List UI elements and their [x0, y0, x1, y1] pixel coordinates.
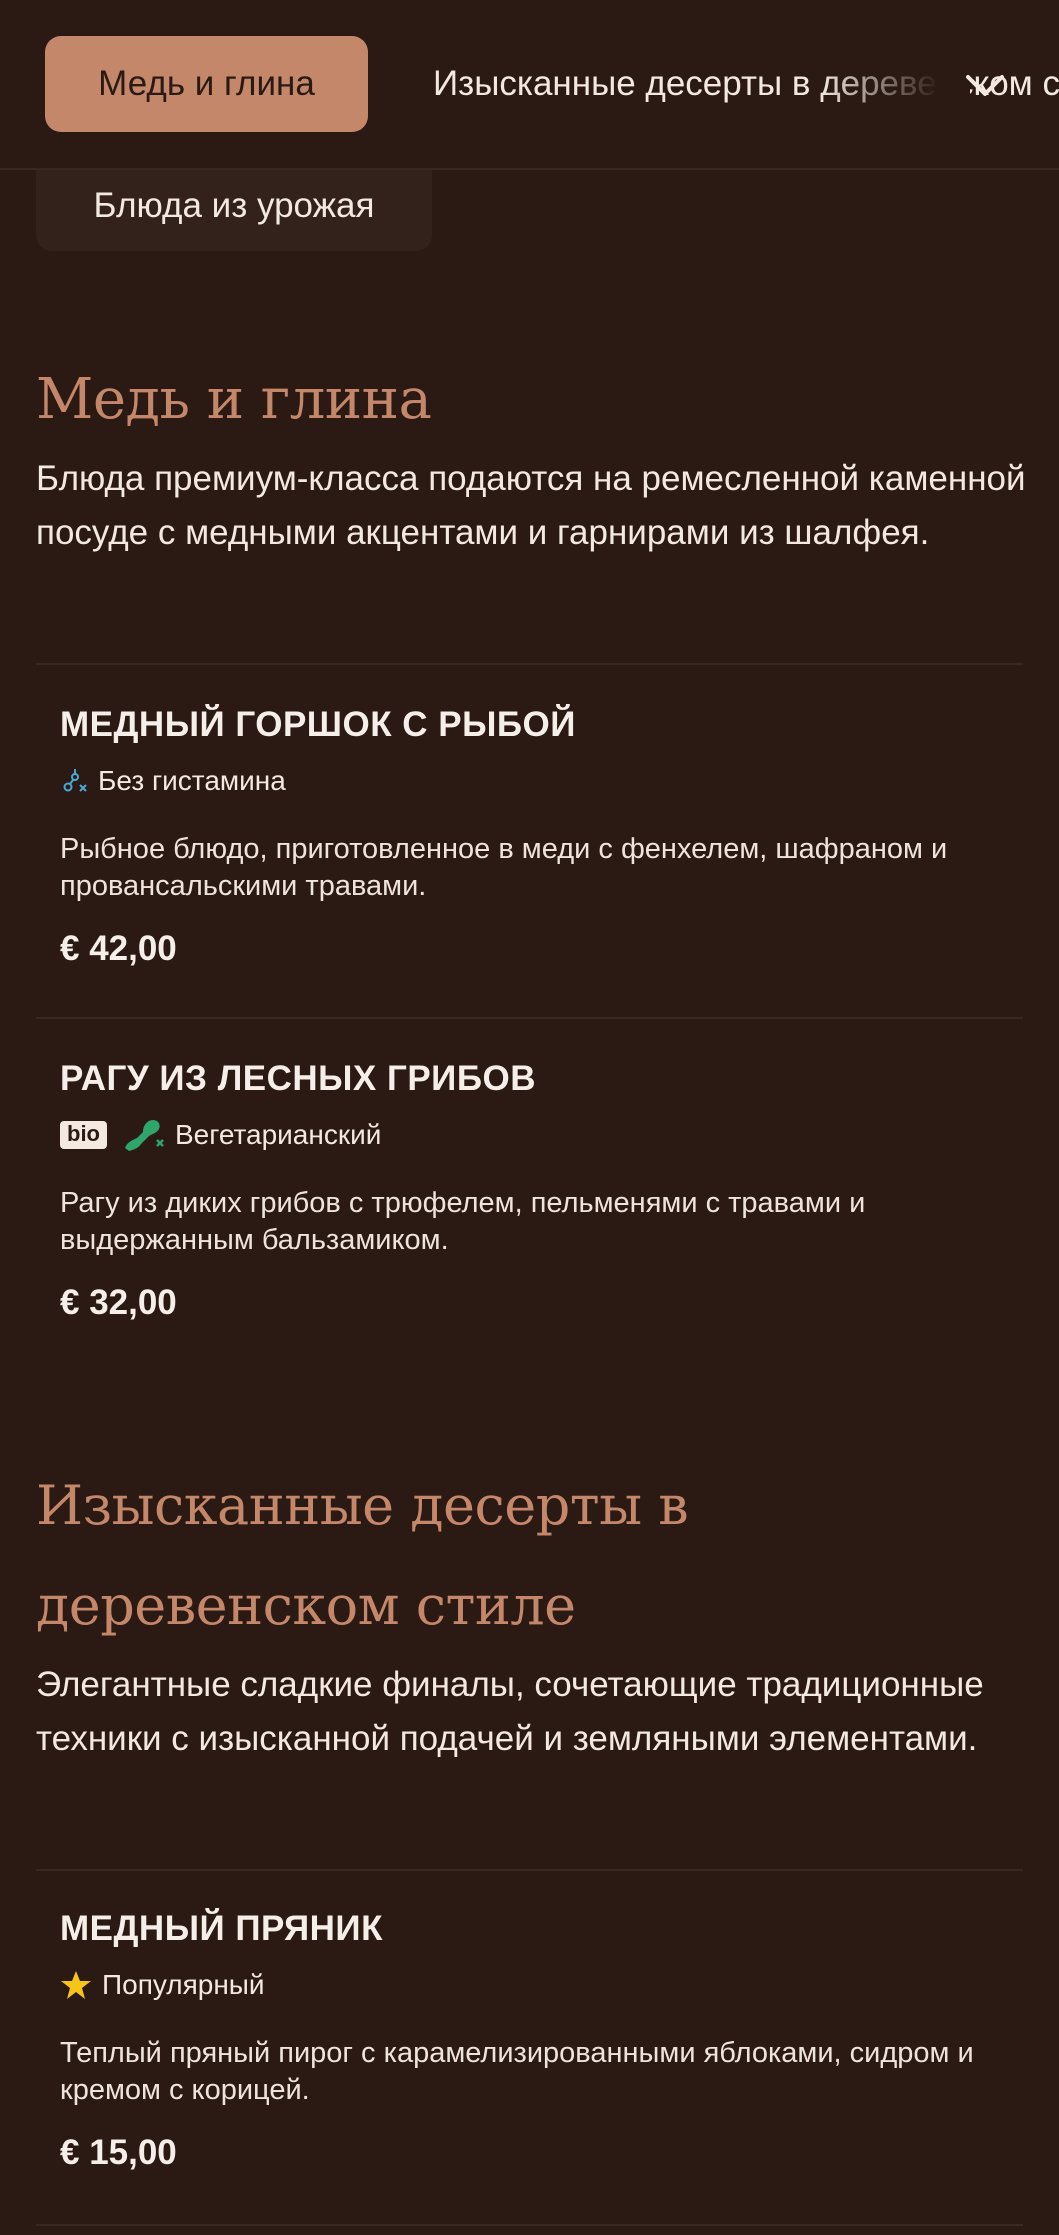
item-price: € 42,00 — [60, 929, 177, 968]
item-description: Рагу из диких грибов с трюфелем, пельмен… — [60, 1187, 866, 1256]
star-icon — [60, 1969, 92, 2001]
section-description: Блюда премиум-класса подаются на ремесле… — [36, 459, 1026, 552]
divider — [36, 663, 1023, 665]
divider — [36, 1869, 1023, 1871]
item-name: РАГУ ИЗ ЛЕСНЫХ ГРИБОВ — [60, 1059, 536, 1098]
tab-scroll-fade — [820, 20, 970, 150]
tag-label: Популярный — [102, 1969, 265, 2000]
item-name: МЕДНЫЙ ПРЯНИК — [60, 1909, 383, 1948]
item-description: Рыбное блюдо, приготовленное в меди с фе… — [60, 833, 948, 902]
item-tags: bio Вегетарианский — [60, 1115, 1010, 1155]
vegetarian-leg-crossed-icon — [121, 1116, 165, 1154]
item-name: МЕДНЫЙ ГОРШОК С РЫБОЙ — [60, 705, 576, 744]
section-title: Изысканные десерты в деревенском стиле — [36, 1474, 689, 1637]
bio-badge: bio — [60, 1121, 107, 1149]
item-description: Теплый пряный пирог с карамелизированным… — [60, 2037, 974, 2106]
tag-label: Вегетарианский — [175, 1119, 382, 1150]
divider — [36, 1017, 1023, 1019]
menu-item[interactable]: РАГУ ИЗ ЛЕСНЫХ ГРИБОВ bio Вегетарианский… — [60, 1057, 1010, 1325]
divider — [36, 2224, 1023, 2226]
item-tags: Без гистамина — [60, 761, 1010, 801]
section-title: Медь и глина — [36, 367, 432, 432]
menu-item[interactable]: МЕДНЫЙ ПРЯНИК Популярный Теплый пряный п… — [60, 1907, 1010, 2175]
category-nav-bar: Медь и глина Изысканные десерты в дереве… — [0, 0, 1059, 170]
item-price: € 32,00 — [60, 1283, 177, 1322]
chevron-down-icon[interactable] — [960, 60, 1010, 110]
menu-item[interactable]: МЕДНЫЙ ГОРШОК С РЫБОЙ Без гистамина Рыбн… — [60, 703, 1010, 971]
section-description: Элегантные сладкие финалы, сочетающие тр… — [36, 1665, 984, 1758]
item-tags: Популярный — [60, 1965, 1010, 2005]
tab-copper-and-clay[interactable]: Медь и глина — [45, 36, 368, 132]
no-histamine-icon — [60, 765, 88, 797]
tag-label: Без гистамина — [98, 765, 286, 796]
item-price: € 15,00 — [60, 2133, 177, 2172]
